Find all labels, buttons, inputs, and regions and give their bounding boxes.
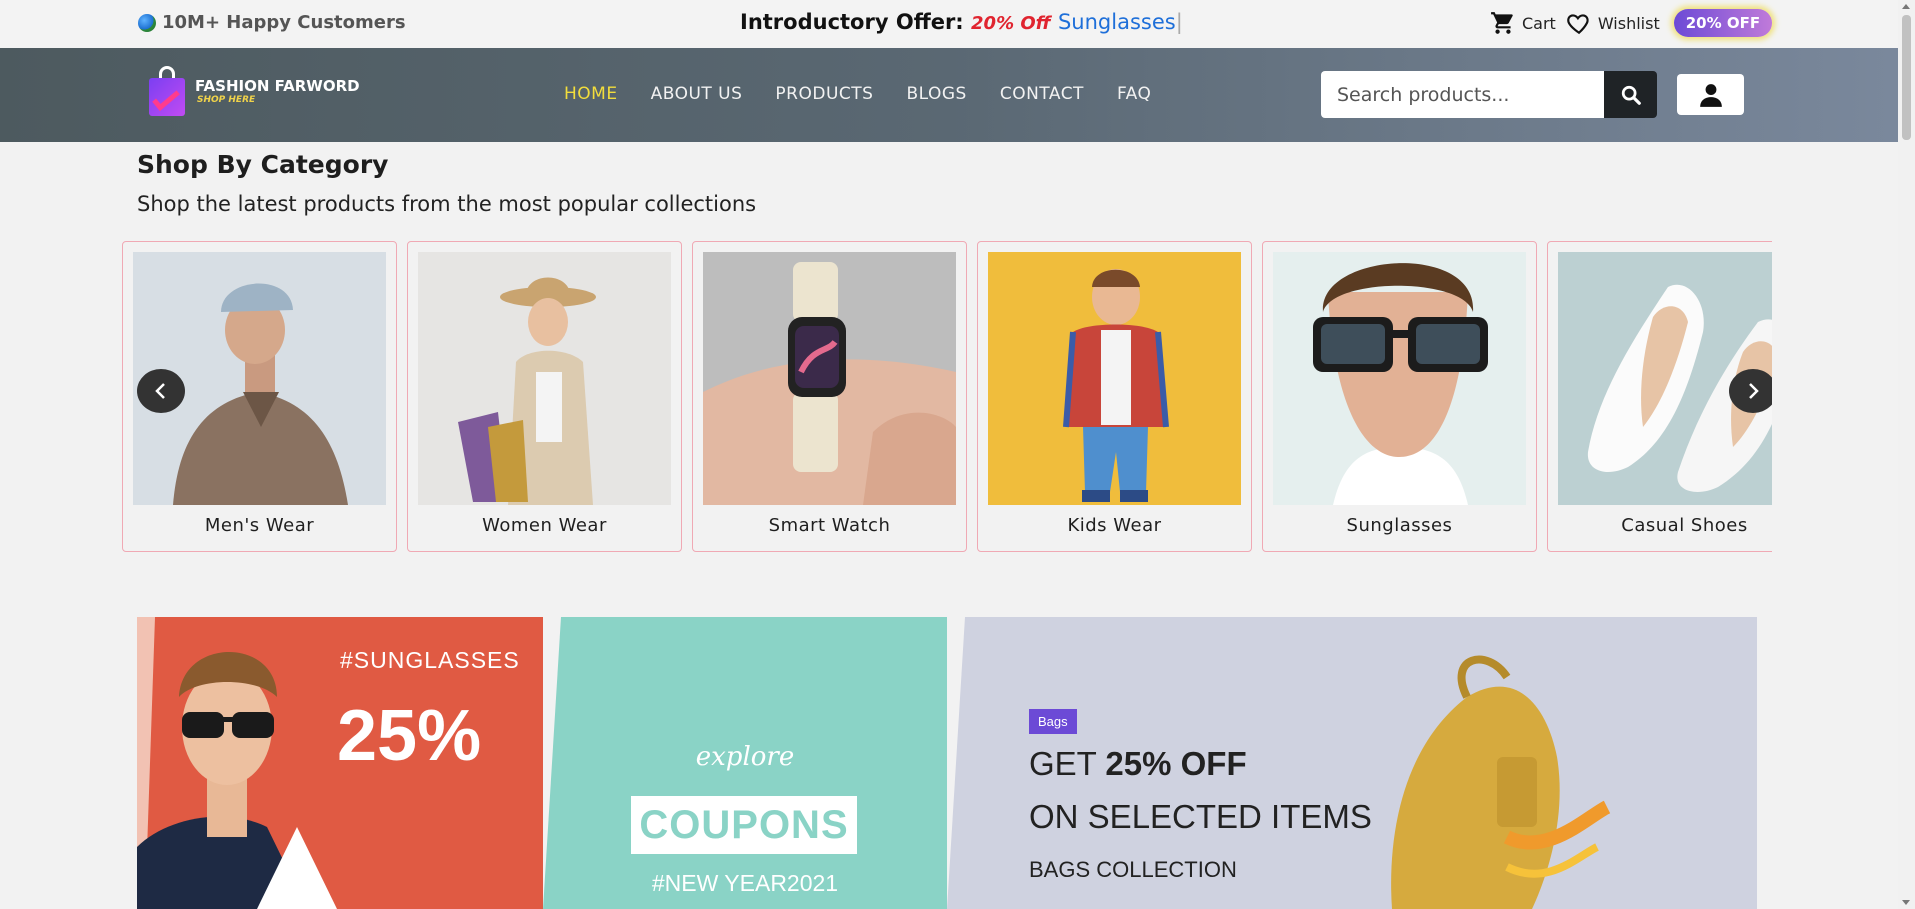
top-announcement-bar: 10M+ Happy Customers Introductory Offer:… (0, 0, 1898, 48)
cart-label: Cart (1522, 13, 1556, 33)
cart-icon (1491, 12, 1513, 34)
category-section-subtitle: Shop the latest products from the most p… (137, 192, 757, 216)
bags-line-collection: BAGS COLLECTION (1029, 857, 1237, 882)
site-logo[interactable]: FASHION FARWORD SHOP HERE (147, 66, 360, 116)
women-wear-image (418, 252, 671, 505)
main-navbar: FASHION FARWORD SHOP HERE HOME ABOUT US … (0, 48, 1898, 142)
offer-label: Introductory Offer: (740, 10, 964, 34)
bags-headline-prefix: GET (1029, 745, 1097, 782)
bags-headline-discount: 25% OFF (1105, 745, 1247, 782)
page-scrollbar[interactable] (1898, 0, 1915, 909)
top-actions: Cart Wishlist 20% OFF (1490, 8, 1773, 38)
bags-category-badge: Bags (1029, 709, 1077, 734)
nav-contact[interactable]: CONTACT (1000, 84, 1084, 104)
bags-line-selected-items: ON SELECTED ITEMS (1029, 798, 1372, 835)
smart-watch-image (703, 252, 956, 505)
account-button[interactable] (1677, 74, 1744, 115)
cart-link[interactable]: Cart (1490, 10, 1556, 36)
category-card-kids-wear[interactable]: Kids Wear (977, 241, 1252, 552)
globe-icon (138, 13, 156, 32)
category-label: Women Wear (482, 515, 607, 536)
nav-faq[interactable]: FAQ (1117, 84, 1151, 104)
chevron-left-icon (155, 383, 165, 399)
search-input[interactable] (1321, 71, 1604, 118)
category-label: Sunglasses (1346, 515, 1453, 536)
primary-nav: HOME ABOUT US PRODUCTS BLOGS CONTACT FAQ (564, 84, 1151, 104)
sunglasses-image (1273, 252, 1526, 505)
shopping-bag-logo-icon (147, 66, 189, 116)
discount-badge[interactable]: 20% OFF (1673, 9, 1773, 37)
brand-name: FASHION FARWORD (195, 77, 360, 95)
sunglasses-promo-banner[interactable]: #SUNGLASSES 25% (137, 617, 543, 909)
category-card-sunglasses[interactable]: Sunglasses (1262, 241, 1537, 552)
kids-wear-image (988, 252, 1241, 505)
typing-cursor: | (1175, 10, 1183, 34)
bags-headline: GET 25% OFF (1029, 745, 1247, 783)
category-card-women-wear[interactable]: Women Wear (407, 241, 682, 552)
category-label: Kids Wear (1067, 515, 1162, 536)
logo-text: FASHION FARWORD SHOP HERE (195, 77, 360, 105)
brand-tagline: SHOP HERE (197, 95, 256, 105)
category-label: Casual Shoes (1621, 515, 1748, 536)
category-carousel: Men's Wear Women Wear Smart Watch Kids W… (122, 241, 1772, 552)
sunglasses-discount: 25% (337, 696, 482, 776)
search-icon (1621, 85, 1641, 105)
scroll-up-arrow[interactable] (1902, 4, 1910, 9)
search-button[interactable] (1604, 71, 1657, 118)
wishlist-link[interactable]: Wishlist (1566, 10, 1660, 36)
carousel-next-button[interactable] (1729, 369, 1772, 413)
category-label: Smart Watch (768, 515, 891, 536)
category-label: Men's Wear (204, 515, 315, 536)
offer-percent: 20% Off (971, 13, 1051, 34)
nav-about-us[interactable]: ABOUT US (651, 84, 743, 104)
coupons-word: COUPONS (631, 796, 857, 854)
category-section-title: Shop By Category (137, 150, 389, 179)
nav-products[interactable]: PRODUCTS (775, 84, 873, 104)
coupons-explore: explore (695, 742, 795, 772)
user-icon (1699, 83, 1722, 107)
bags-promo-banner[interactable]: Bags GET 25% OFF ON SELECTED ITEMS BAGS … (947, 617, 1757, 909)
nav-home[interactable]: HOME (564, 84, 618, 104)
scroll-down-arrow[interactable] (1902, 900, 1910, 905)
chevron-right-icon (1749, 383, 1759, 399)
carousel-prev-button[interactable] (137, 369, 185, 413)
introductory-offer: Introductory Offer: 20% Off Sunglasses| (740, 10, 1183, 34)
heart-icon (1567, 14, 1589, 35)
sunglasses-tag: #SUNGLASSES (340, 647, 520, 673)
happy-customers-text: 10M+ Happy Customers (162, 12, 406, 33)
coupons-promo-banner[interactable]: explore COUPONS #NEW YEAR2021 (543, 617, 947, 909)
nav-blogs[interactable]: BLOGS (906, 84, 966, 104)
wishlist-label: Wishlist (1597, 13, 1660, 33)
scrollbar-thumb[interactable] (1902, 15, 1911, 140)
category-card-smart-watch[interactable]: Smart Watch (692, 241, 967, 552)
offer-product: Sunglasses (1057, 10, 1176, 34)
happy-customers: 10M+ Happy Customers (138, 12, 406, 33)
coupons-tag: #NEW YEAR2021 (651, 870, 839, 896)
